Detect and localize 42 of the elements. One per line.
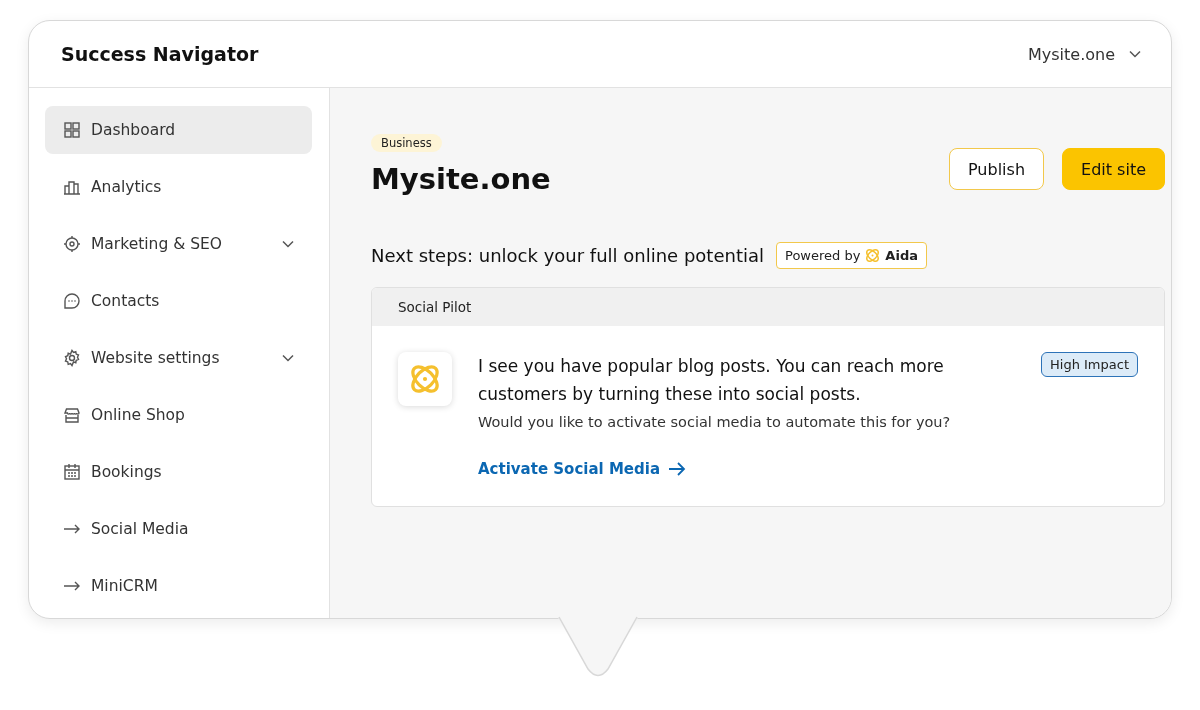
sidebar-item[interactable]: Social Media [45, 505, 312, 553]
sidebar-item-label: Dashboard [91, 121, 177, 139]
storefront-icon [63, 406, 81, 424]
sidebar-item[interactable]: Marketing & SEO [45, 220, 312, 268]
sidebar-item-label: Marketing & SEO [91, 235, 224, 253]
sidebar-item-label: Website settings [91, 349, 221, 367]
plan-badge: Business [371, 134, 442, 152]
sidebar-item[interactable]: Analytics [45, 163, 312, 211]
suggestion-headline: I see you have popular blog posts. You can reach more customers by turning these into social posts. [478, 355, 945, 406]
sidebar-item-label: Online Shop [91, 406, 186, 424]
sidebar-item[interactable]: Bookings [45, 448, 312, 496]
card-header: Social Pilot [372, 288, 1164, 326]
edit-site-button[interactable]: Edit site [1062, 148, 1165, 190]
chat-bubble-icon [63, 292, 81, 310]
sidebar-item-label: Contacts [91, 292, 161, 310]
calendar-icon [63, 463, 81, 481]
section-title: Next steps: unlock your full online potential [371, 245, 764, 266]
arrow-right-icon [668, 461, 686, 477]
brand-name: Aida [885, 248, 918, 263]
sidebar-item[interactable]: Dashboard [45, 106, 312, 154]
publish-button[interactable]: Publish [949, 148, 1045, 190]
bar-chart-icon [63, 178, 81, 196]
powered-by-text: Powered by [785, 248, 861, 263]
sidebar-item-label: Social Media [91, 520, 190, 538]
atom-icon [864, 247, 882, 264]
sidebar-item-label: Bookings [91, 463, 163, 481]
sidebar-item[interactable]: MiniCRM [45, 562, 312, 610]
target-icon [63, 235, 81, 253]
gear-icon [63, 349, 81, 367]
sidebar-item-label: MiniCRM [91, 577, 159, 595]
sidebar-item-label: Analytics [91, 178, 163, 196]
app-title: Success Navigator [61, 43, 259, 65]
suggestion-question: Would you like to activate social media to automate this for you? [478, 414, 952, 430]
site-dropdown[interactable]: Mysite.one [1027, 44, 1141, 64]
grid-icon [63, 121, 81, 139]
chevron-down-icon [1129, 50, 1141, 58]
sidebar-item[interactable]: Website settings [45, 334, 312, 382]
sidebar-item[interactable]: Contacts [45, 277, 312, 325]
sidebar-item[interactable]: Online Shop [45, 391, 312, 439]
site-name: Mysite.one [371, 162, 551, 196]
impact-tag: High Impact [1041, 352, 1138, 377]
activate-link[interactable]: Activate Social Media [478, 460, 686, 478]
